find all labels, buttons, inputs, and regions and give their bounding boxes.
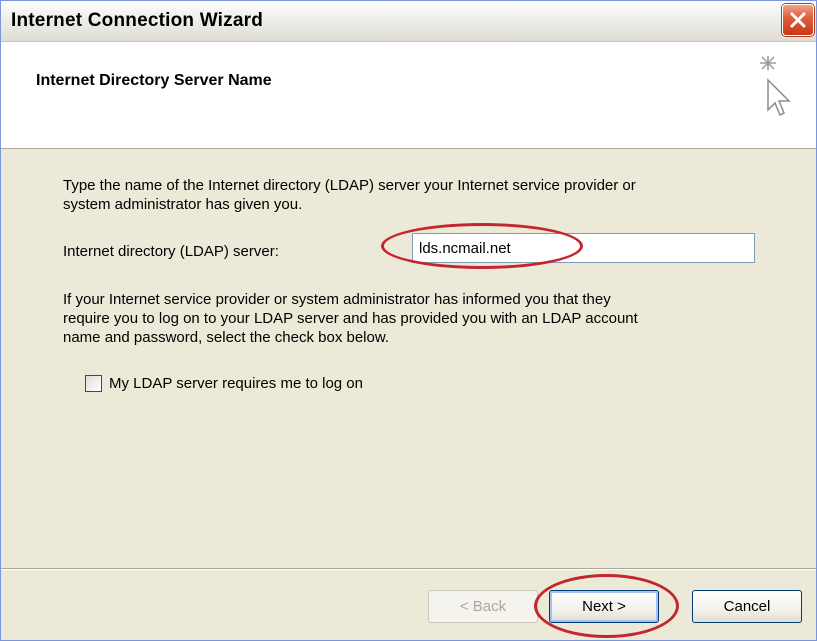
close-x-icon xyxy=(790,12,806,28)
window-title: Internet Connection Wizard xyxy=(11,10,264,31)
intro-line-1: Type the name of the Internet directory … xyxy=(63,177,636,194)
back-button[interactable]: < Back xyxy=(428,590,538,623)
login-required-checkbox[interactable] xyxy=(85,375,102,392)
footer-divider xyxy=(1,568,816,570)
wizard-window: Internet Connection Wizard Internet Dire… xyxy=(0,0,817,641)
info-line-2: require you to log on to your LDAP serve… xyxy=(63,310,638,327)
wizard-sparkle-cursor-icon xyxy=(760,56,791,117)
server-label: Internet directory (LDAP) server: xyxy=(63,243,279,260)
intro-text: Type the name of the Internet directory … xyxy=(63,176,753,214)
next-button[interactable]: Next > xyxy=(549,590,659,623)
ldap-server-input[interactable] xyxy=(412,233,755,263)
intro-line-2: system administrator has given you. xyxy=(63,196,303,213)
checkbox-label[interactable]: My LDAP server requires me to log on xyxy=(109,375,363,392)
info-line-1: If your Internet service provider or sys… xyxy=(63,291,611,308)
wizard-header: Internet Directory Server Name xyxy=(1,42,816,149)
info-text: If your Internet service provider or sys… xyxy=(63,290,753,347)
title-bar[interactable]: Internet Connection Wizard xyxy=(1,1,816,42)
page-title: Internet Directory Server Name xyxy=(36,72,272,89)
cancel-button[interactable]: Cancel xyxy=(692,590,802,623)
wizard-content: Type the name of the Internet directory … xyxy=(1,149,816,567)
info-line-3: name and password, select the check box … xyxy=(63,329,390,346)
close-button[interactable] xyxy=(782,4,814,36)
